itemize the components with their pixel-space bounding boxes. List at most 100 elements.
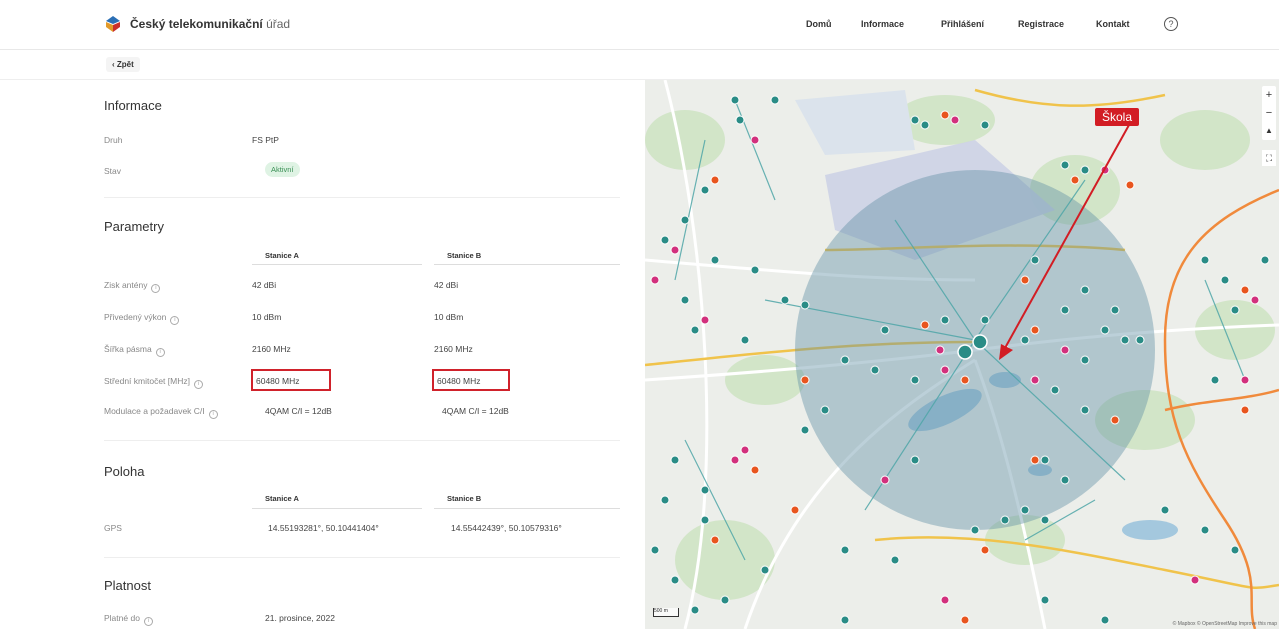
- station-marker[interactable]: [710, 535, 720, 545]
- nav-login[interactable]: Přihlášení: [941, 19, 984, 29]
- station-marker[interactable]: [980, 315, 990, 325]
- station-marker[interactable]: [680, 215, 690, 225]
- nav-home[interactable]: Domů: [806, 19, 832, 29]
- station-marker[interactable]: [720, 595, 730, 605]
- station-marker[interactable]: [1070, 175, 1080, 185]
- help-icon[interactable]: ?: [1164, 17, 1178, 31]
- station-marker[interactable]: [880, 325, 890, 335]
- station-marker[interactable]: [750, 265, 760, 275]
- station-marker[interactable]: [1110, 415, 1120, 425]
- station-marker[interactable]: [740, 445, 750, 455]
- station-marker[interactable]: [1040, 515, 1050, 525]
- station-marker[interactable]: [1020, 335, 1030, 345]
- station-marker[interactable]: [1030, 455, 1040, 465]
- station-marker[interactable]: [750, 135, 760, 145]
- station-marker[interactable]: [730, 455, 740, 465]
- station-marker[interactable]: [770, 95, 780, 105]
- map-view[interactable]: + − ▲ ⛶ Škola 500 m © Mapbox © OpenStree…: [645, 80, 1279, 629]
- station-marker[interactable]: [735, 115, 745, 125]
- station-marker[interactable]: [1060, 305, 1070, 315]
- station-marker[interactable]: [920, 120, 930, 130]
- station-marker[interactable]: [700, 515, 710, 525]
- station-marker[interactable]: [1230, 305, 1240, 315]
- station-marker[interactable]: [790, 505, 800, 515]
- station-marker[interactable]: [960, 615, 970, 625]
- station-marker[interactable]: [970, 525, 980, 535]
- station-marker[interactable]: [1080, 165, 1090, 175]
- station-marker[interactable]: [740, 335, 750, 345]
- station-marker[interactable]: [700, 185, 710, 195]
- station-marker[interactable]: [1100, 325, 1110, 335]
- station-marker[interactable]: [1040, 595, 1050, 605]
- info-icon[interactable]: i: [208, 410, 218, 419]
- station-marker[interactable]: [890, 555, 900, 565]
- zoom-out-button[interactable]: −: [1262, 104, 1276, 122]
- station-marker[interactable]: [780, 295, 790, 305]
- station-marker[interactable]: [700, 315, 710, 325]
- station-marker[interactable]: [690, 605, 700, 615]
- map-attribution[interactable]: © Mapbox © OpenStreetMap Improve this ma…: [1173, 621, 1277, 627]
- station-marker[interactable]: [1240, 375, 1250, 385]
- station-marker[interactable]: [1160, 505, 1170, 515]
- info-icon[interactable]: i: [170, 316, 180, 325]
- station-marker[interactable]: [650, 545, 660, 555]
- info-icon[interactable]: i: [193, 380, 203, 389]
- station-marker[interactable]: [840, 545, 850, 555]
- station-marker[interactable]: [1125, 180, 1135, 190]
- station-marker[interactable]: [1040, 455, 1050, 465]
- nav-info[interactable]: Informace: [861, 19, 904, 29]
- station-marker[interactable]: [800, 375, 810, 385]
- station-marker[interactable]: [1030, 325, 1040, 335]
- station-marker[interactable]: [1200, 525, 1210, 535]
- fullscreen-button[interactable]: ⛶: [1262, 150, 1276, 166]
- station-marker[interactable]: [910, 455, 920, 465]
- station-marker[interactable]: [1020, 275, 1030, 285]
- station-marker[interactable]: [870, 365, 880, 375]
- station-marker[interactable]: [910, 115, 920, 125]
- station-marker[interactable]: [1030, 375, 1040, 385]
- station-marker[interactable]: [980, 120, 990, 130]
- station-marker[interactable]: [1190, 575, 1200, 585]
- station-marker[interactable]: [1100, 615, 1110, 625]
- station-marker[interactable]: [1060, 160, 1070, 170]
- info-icon[interactable]: i: [155, 348, 165, 357]
- station-marker[interactable]: [1260, 255, 1270, 265]
- station-marker[interactable]: [935, 345, 945, 355]
- station-marker[interactable]: [880, 475, 890, 485]
- station-marker[interactable]: [690, 325, 700, 335]
- station-marker[interactable]: [730, 95, 740, 105]
- station-marker[interactable]: [660, 495, 670, 505]
- station-marker[interactable]: [950, 115, 960, 125]
- info-icon[interactable]: i: [151, 284, 161, 293]
- nav-contact[interactable]: Kontakt: [1096, 19, 1130, 29]
- station-marker[interactable]: [1020, 505, 1030, 515]
- station-marker[interactable]: [1250, 295, 1260, 305]
- station-marker[interactable]: [1200, 255, 1210, 265]
- station-marker[interactable]: [1240, 285, 1250, 295]
- station-marker[interactable]: [1000, 515, 1010, 525]
- station-marker[interactable]: [750, 465, 760, 475]
- station-marker[interactable]: [910, 375, 920, 385]
- station-marker[interactable]: [1240, 405, 1250, 415]
- station-marker[interactable]: [940, 315, 950, 325]
- station-marker[interactable]: [710, 175, 720, 185]
- station-marker[interactable]: [760, 565, 770, 575]
- station-marker[interactable]: [700, 485, 710, 495]
- station-marker[interactable]: [670, 455, 680, 465]
- station-marker[interactable]: [650, 275, 660, 285]
- station-marker[interactable]: [800, 300, 810, 310]
- info-icon[interactable]: i: [143, 617, 153, 626]
- station-marker[interactable]: [680, 295, 690, 305]
- station-marker[interactable]: [1230, 545, 1240, 555]
- station-marker[interactable]: [940, 595, 950, 605]
- station-marker[interactable]: [820, 405, 830, 415]
- station-marker[interactable]: [670, 245, 680, 255]
- station-marker[interactable]: [920, 320, 930, 330]
- station-marker[interactable]: [1060, 475, 1070, 485]
- station-marker[interactable]: [1060, 345, 1070, 355]
- station-marker[interactable]: [960, 375, 970, 385]
- station-marker[interactable]: [710, 255, 720, 265]
- back-button[interactable]: ‹ Zpět: [106, 57, 140, 72]
- station-marker[interactable]: [1210, 375, 1220, 385]
- station-marker[interactable]: [1110, 305, 1120, 315]
